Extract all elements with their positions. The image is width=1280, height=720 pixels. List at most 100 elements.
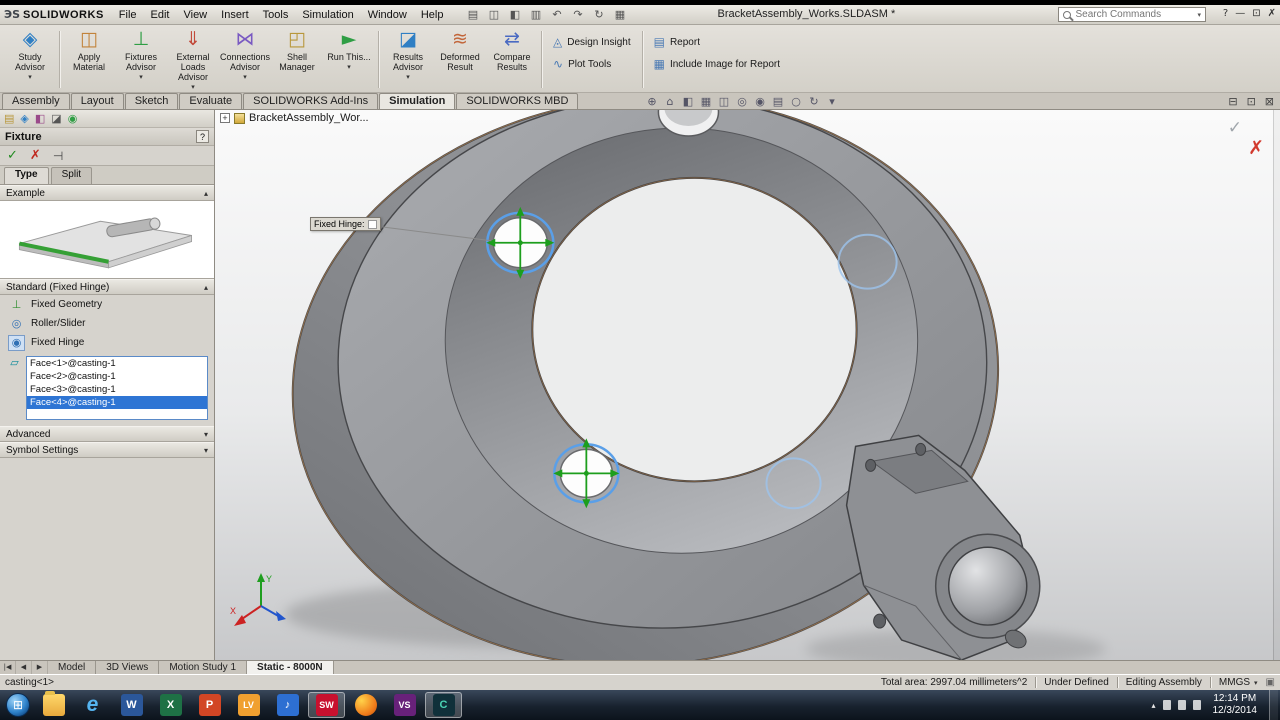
save-icon[interactable]: ◧ (508, 8, 521, 21)
external-loads-advisor-button[interactable]: ⇓ External Loads Advisor ▾ (167, 27, 219, 92)
run-study-button[interactable]: ► Run This... ▾ (323, 27, 375, 92)
tab-simulation[interactable]: Simulation (379, 93, 456, 109)
help-icon[interactable]: ? (1223, 8, 1228, 19)
menu-file[interactable]: File (112, 7, 144, 23)
tab-type[interactable]: Type (4, 167, 49, 184)
tab-layout[interactable]: Layout (70, 93, 124, 109)
3d-model-view[interactable] (215, 110, 1280, 660)
units-dropdown-icon[interactable]: ▾ (1254, 679, 1258, 687)
tab-motion-study-1[interactable]: Motion Study 1 (159, 661, 248, 674)
rotate-view-icon[interactable]: ↻ (807, 95, 821, 108)
doc-restore-icon[interactable]: ⊡ (1247, 95, 1256, 108)
display-style-icon[interactable]: ◫ (717, 95, 731, 108)
tab-3d-views[interactable]: 3D Views (96, 661, 160, 674)
zoom-fit-icon[interactable]: ⌂ (663, 95, 677, 108)
taskbar-powerpoint[interactable]: P (191, 692, 228, 718)
expand-tree-icon[interactable]: + (220, 113, 230, 123)
show-hidden-icons-button[interactable]: ▴ (1151, 701, 1155, 710)
viewport-scrollbar[interactable] (1273, 110, 1280, 660)
confirm-cancel-icon[interactable]: ✗ (1248, 137, 1264, 159)
tray-network-icon[interactable] (1162, 700, 1171, 710)
menu-help[interactable]: Help (414, 7, 451, 23)
tab-model[interactable]: Model (48, 661, 97, 674)
help-icon[interactable]: ? (196, 130, 209, 143)
tab-evaluate[interactable]: Evaluate (179, 93, 243, 109)
hide-show-items-icon[interactable]: ◎ (735, 95, 749, 108)
minimize-icon[interactable]: — (1235, 8, 1245, 19)
tab-split[interactable]: Split (50, 167, 93, 184)
taskbar-word[interactable]: W (113, 692, 150, 718)
taskbar-visual-studio[interactable]: VS (386, 692, 423, 718)
restore-icon[interactable]: ⊡ (1252, 8, 1260, 19)
show-desktop-button[interactable] (1269, 690, 1278, 720)
start-button[interactable]: ⊞ (2, 690, 34, 720)
search-commands-box[interactable]: ▾ (1058, 7, 1206, 22)
selection-list[interactable]: Face<1>@casting-1 Face<2>@casting-1 Face… (26, 356, 208, 420)
selection-list-item[interactable]: Face<3>@casting-1 (27, 383, 207, 396)
apply-scene-icon[interactable]: ▤ (771, 95, 785, 108)
property-manager-tab-icon[interactable]: ◈ (20, 112, 28, 125)
new-document-icon[interactable]: ▤ (466, 8, 479, 21)
section-view-icon[interactable]: ◧ (681, 95, 695, 108)
tab-assembly[interactable]: Assembly (2, 93, 70, 109)
rebuild-icon[interactable]: ↻ (592, 8, 605, 21)
graphics-area[interactable]: + BracketAssembly_Wor... Fixed Hinge: ✓ … (215, 110, 1280, 660)
option-fixed-hinge[interactable]: ◉ Fixed Hinge (0, 333, 214, 352)
menu-simulation[interactable]: Simulation (295, 7, 360, 23)
redo-icon[interactable]: ↷ (571, 8, 584, 21)
taskbar-media-player[interactable]: ♪ (269, 692, 306, 718)
view-orientation-icon[interactable]: ▦ (699, 95, 713, 108)
menu-edit[interactable]: Edit (144, 7, 177, 23)
close-icon[interactable]: ✗ (1268, 8, 1276, 19)
taskbar-windows-explorer[interactable] (35, 691, 72, 718)
tray-volume-icon[interactable] (1177, 700, 1186, 710)
zoom-area-icon[interactable]: ⊕ (645, 95, 659, 108)
results-advisor-button[interactable]: ◪ Results Advisor ▾ (382, 27, 434, 92)
feature-tree-node[interactable]: + BracketAssembly_Wor... (220, 112, 369, 124)
edit-appearance-icon[interactable]: ◉ (753, 95, 767, 108)
undo-icon[interactable]: ↶ (550, 8, 563, 21)
options-icon[interactable]: ▦ (613, 8, 626, 21)
open-document-icon[interactable]: ◫ (487, 8, 500, 21)
hud-more-options-icon[interactable]: ▾ (825, 95, 839, 108)
taskbar-clock[interactable]: 12:14 PM 12/3/2014 (1208, 693, 1263, 717)
ok-button[interactable]: ✓ (7, 148, 18, 163)
units-selector[interactable]: MMGS (1219, 677, 1250, 688)
selection-list-item[interactable]: Face<1>@casting-1 (27, 357, 207, 370)
dimxpert-manager-tab-icon[interactable]: ◪ (51, 112, 61, 125)
tray-action-center-icon[interactable] (1192, 700, 1201, 710)
tab-static-8000n[interactable]: Static - 8000N (247, 661, 334, 674)
section-example[interactable]: Example ▴ (0, 185, 214, 201)
report-button[interactable]: ▤ Report (654, 35, 780, 49)
study-advisor-button[interactable]: ◈ Study Advisor ▾ (4, 27, 56, 92)
doc-minimize-icon[interactable]: ⊟ (1228, 95, 1237, 108)
menu-tools[interactable]: Tools (256, 7, 296, 23)
cancel-button[interactable]: ✗ (30, 148, 41, 163)
plot-tools-button[interactable]: ∿ Plot Tools (553, 57, 631, 71)
fixed-hinge-callout[interactable]: Fixed Hinge: (310, 217, 381, 231)
first-tab-button[interactable]: |◀ (0, 661, 16, 674)
apply-material-button[interactable]: ◫ Apply Material (63, 27, 115, 92)
menu-view[interactable]: View (176, 7, 214, 23)
selection-list-item-selected[interactable]: Face<4>@casting-1 (27, 396, 207, 409)
display-manager-tab-icon[interactable]: ◉ (68, 112, 78, 125)
compare-results-button[interactable]: ⇄ Compare Results (486, 27, 538, 92)
section-standard-fixed-hinge[interactable]: Standard (Fixed Hinge) ▴ (0, 279, 214, 295)
include-image-report-button[interactable]: ▦ Include Image for Report (654, 57, 780, 71)
tab-sketch[interactable]: Sketch (124, 93, 179, 109)
selection-list-item[interactable]: Face<2>@casting-1 (27, 370, 207, 383)
configuration-manager-tab-icon[interactable]: ◧ (35, 112, 45, 125)
doc-close-icon[interactable]: ⊠ (1265, 95, 1274, 108)
option-fixed-geometry[interactable]: ⊥ Fixed Geometry (0, 295, 214, 314)
taskbar-excel[interactable]: X (152, 692, 189, 718)
feature-manager-tab-icon[interactable]: ▤ (4, 112, 14, 125)
search-input[interactable] (1075, 9, 1194, 20)
view-settings-icon[interactable]: ○ (789, 95, 803, 108)
print-icon[interactable]: ▥ (529, 8, 542, 21)
connections-advisor-button[interactable]: ⋈ Connections Advisor ▾ (219, 27, 271, 92)
taskbar-camtasia[interactable]: C (425, 692, 462, 718)
confirm-ok-icon[interactable]: ✓ (1228, 118, 1242, 138)
shell-manager-button[interactable]: ◰ Shell Manager (271, 27, 323, 92)
section-advanced[interactable]: Advanced ▾ (0, 426, 214, 442)
menu-insert[interactable]: Insert (214, 7, 256, 23)
